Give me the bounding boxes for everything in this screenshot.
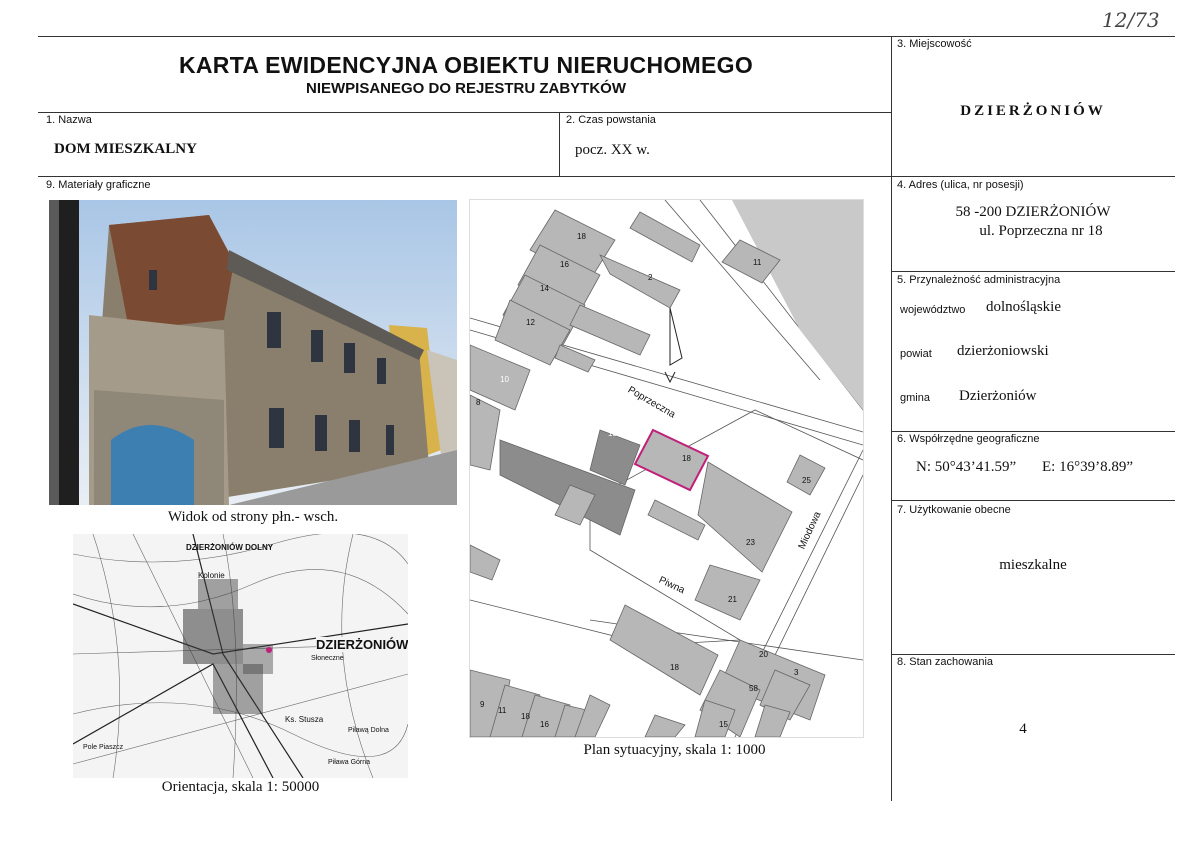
topo-label: Słoneczne (311, 655, 344, 662)
topo-label-top: DZIERŻONIÓW DOLNY (186, 543, 274, 552)
building-photo-illustration (49, 200, 457, 505)
caption-plan: Plan sytuacyjny, skala 1: 1000 (583, 742, 766, 758)
plan-building-number: 23 (746, 538, 755, 547)
field-value-uzytkowanie: mieszkalne (999, 557, 1067, 573)
field-label-nazwa: 1. Nazwa (46, 114, 92, 126)
frame-line (891, 654, 1175, 655)
frame-top-line (38, 36, 1175, 37)
topo-label: Kolonie (198, 571, 225, 580)
topo-label: Piława Górna (328, 759, 371, 766)
frame-divider-vertical-small (559, 112, 560, 176)
plan-building-number: 20 (759, 650, 768, 659)
plan-building-number: 13 (608, 429, 617, 438)
value-gmina: Dzierżoniów (959, 388, 1037, 404)
document-page: { "handwritten_number": "12/73", "header… (0, 0, 1199, 849)
field-value-adres-line1: 58 -200 DZIERŻONIÓW (955, 204, 1111, 220)
field-label-materialy: 9. Materiały graficzne (46, 179, 151, 191)
topo-label: Piławą Dolna (348, 727, 389, 734)
plan-building-number: 18 (670, 663, 679, 672)
orientation-map: DZIERŻONIÓW DOLNY Kolonie DZIERŻONIÓW Ks… (73, 534, 408, 778)
frame-line (891, 271, 1175, 272)
handwritten-reference-number: 12/73 (1102, 8, 1160, 32)
field-label-przynaleznosc: 5. Przynależność administracyjna (897, 274, 1061, 286)
plan-building-number: 16 (560, 260, 569, 269)
field-label-adres: 4. Adres (ulica, nr posesji) (897, 179, 1024, 191)
plan-building-number: 25 (802, 476, 811, 485)
plan-building-number: 16 (540, 720, 549, 729)
field-value-nazwa: DOM MIESZKALNY (54, 141, 197, 157)
frame-line (891, 431, 1175, 432)
value-wspolrzedne-e: E: 16°39’8.89” (1042, 459, 1133, 475)
field-value-adres-line2: ul. Poprzeczna nr 18 (979, 223, 1103, 239)
value-wojewodztwo: dolnośląskie (986, 299, 1061, 315)
plan-building-number: 12 (526, 318, 535, 327)
plan-building-number: 2 (648, 273, 653, 282)
frame-line (891, 500, 1175, 501)
topo-label: Pole Piaszcz (83, 744, 124, 751)
plan-building-number: 11 (498, 706, 507, 715)
frame-line (38, 112, 891, 113)
site-plan-illustration (470, 200, 863, 737)
plan-building-number: 9 (480, 700, 485, 709)
topo-label: Ks. Stusza (285, 715, 324, 724)
field-value-stan: 4 (1019, 721, 1027, 737)
field-label-stan: 8. Stan zachowania (897, 656, 994, 668)
plan-building-number: 10 (500, 375, 509, 384)
plan-building-number: 21 (728, 595, 737, 604)
document-title: KARTA EWIDENCYJNA OBIEKTU NIERUCHOMEGO (178, 52, 754, 78)
orientation-map-illustration (73, 534, 408, 778)
site-plan: Poprzeczna Piwna Miodowa 18 16 14 12 2 1… (469, 199, 864, 738)
plan-building-number: 58 (749, 684, 758, 693)
value-powiat: dzierżoniowski (957, 343, 1049, 359)
field-value-miejscowosc: DZIERŻONIÓW (960, 103, 1106, 119)
plan-building-number: 18 (577, 232, 586, 241)
field-label-miejscowosc: 3. Miejscowość (897, 38, 972, 50)
building-photo (49, 200, 457, 505)
plan-building-number-target: 18 (682, 454, 691, 463)
field-value-czas: pocz. XX w. (575, 142, 650, 158)
caption-orientation: Orientacja, skala 1: 50000 (161, 779, 320, 795)
field-label-wspolrzedne: 6. Współrzędne geograficzne (897, 433, 1040, 445)
field-label-uzytkowanie: 7. Użytkowanie obecne (897, 504, 1011, 516)
document-subtitle: NIEWPISANEGO DO REJESTRU ZABYTKÓW (305, 80, 627, 97)
plan-building-number: 15 (719, 720, 728, 729)
label-wojewodztwo: województwo (900, 304, 966, 316)
field-label-czas: 2. Czas powstania (566, 114, 656, 126)
plan-building-number: 3 (794, 668, 799, 677)
value-wspolrzedne-n: N: 50°43’41.59” (916, 459, 1017, 475)
topo-label-city: DZIERŻONIÓW (316, 637, 408, 652)
plan-building-number: 8 (476, 398, 481, 407)
label-powiat: powiat (900, 348, 932, 360)
label-gmina: gmina (900, 392, 930, 404)
frame-divider-vertical (891, 36, 892, 801)
plan-building-number: 18 (521, 712, 530, 721)
plan-building-number: 14 (540, 284, 549, 293)
frame-line (38, 176, 1175, 177)
plan-building-number: 11 (753, 258, 762, 267)
caption-photo: Widok od strony płn.- wsch. (167, 509, 339, 525)
